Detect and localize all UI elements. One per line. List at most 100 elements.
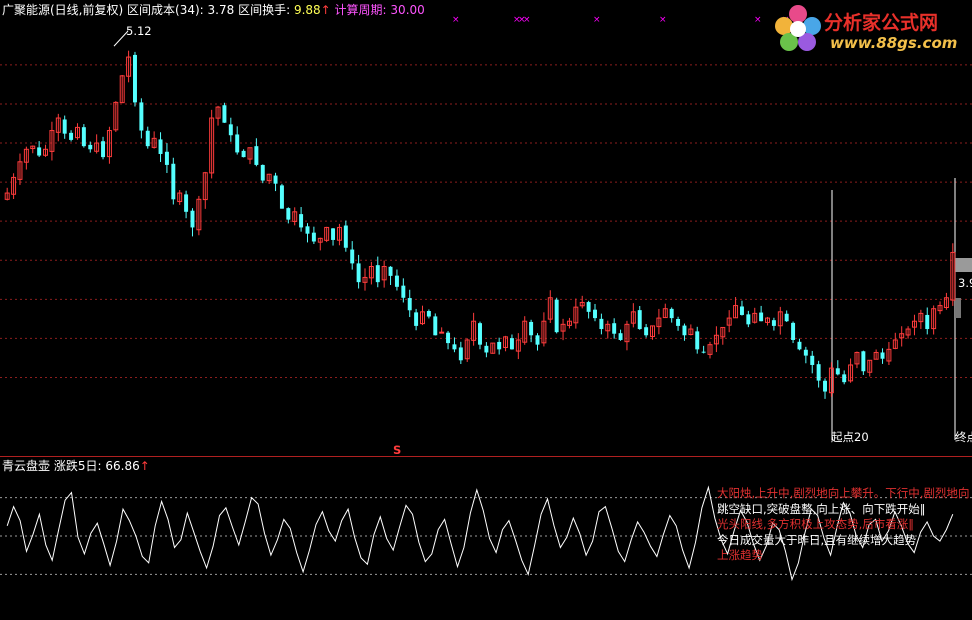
candle-body-down (554, 299, 559, 333)
candle-body-down (816, 364, 821, 381)
interval-turnover-value: 9.88 (293, 3, 321, 17)
candle-body-down (426, 311, 431, 317)
scroll-handle (955, 298, 961, 318)
candle-body-down (350, 249, 355, 264)
up-arrow-icon: ↑ (139, 459, 150, 473)
change-5d-label: 涨跌5日: (53, 459, 102, 473)
candle-body-down (618, 333, 623, 340)
candle-body-down (388, 266, 393, 276)
right-price-label: 3.9 (958, 276, 972, 290)
watermark-url: www.88gs.com (830, 34, 958, 52)
candle-body-down (676, 318, 681, 326)
calc-period-label: 计算周期: (334, 3, 387, 17)
candle-body-down (62, 119, 67, 134)
candle-body-down (171, 163, 176, 200)
candle-body-down (746, 314, 751, 325)
candle-body-down (88, 144, 93, 150)
candle-body-down (305, 226, 310, 234)
candle-body-down (343, 225, 348, 248)
main-panel-grid (0, 64, 972, 457)
candle-body-down (407, 298, 412, 311)
candle-body-down (509, 338, 514, 350)
candle-body-down (682, 325, 687, 336)
signal-marker: × (452, 15, 460, 25)
candle-body-down (139, 102, 144, 131)
candle-body-down (254, 146, 259, 165)
candle-body-down (241, 150, 246, 158)
pattern-note: 大阳烛,上升中,剧烈地向上攀升。下行中,剧烈地向 (717, 486, 970, 500)
candle-body-down (401, 285, 406, 298)
candle-body-down (803, 349, 808, 356)
signal-marker: × (523, 15, 531, 25)
watermark-logo: 分析家公式网 www.88gs.com (770, 4, 966, 54)
candle-body-down (414, 312, 419, 326)
end-point-label: 终点 (955, 430, 972, 444)
candle-body-down (228, 124, 233, 136)
interval-turnover-label: 区间换手: (238, 3, 291, 17)
candle-body-down (880, 352, 885, 359)
candle-body-down (452, 344, 457, 350)
candle-body-down (771, 320, 776, 326)
candle-body-down (861, 351, 866, 372)
candle-body-down (586, 302, 591, 312)
candle-body-down (637, 310, 642, 330)
watermark-title: 分析家公式网 (824, 12, 939, 34)
candle-body-down (599, 318, 604, 330)
candle-body-down (69, 132, 74, 140)
candle-body-down (356, 263, 361, 283)
price-tag (955, 258, 972, 272)
candle-body-down (835, 368, 840, 375)
candle-body-down (810, 355, 815, 365)
candle-body-down (331, 228, 336, 240)
candle-body-down (644, 327, 649, 336)
candle-body-down (286, 208, 291, 220)
candle-body-down (260, 164, 265, 181)
candle-body-down (446, 332, 451, 344)
sell-signal-marker: S (393, 443, 402, 457)
pattern-note: 上涨趋势 (717, 548, 763, 562)
start-point-label: 起点20 (831, 430, 869, 444)
pattern-note: 跳空缺口,突破盘整,向上涨、向下跌开始‖ (717, 501, 926, 516)
candle-body-down (433, 316, 438, 336)
candle-body-down (375, 265, 380, 283)
candle-body-down (535, 335, 540, 345)
candle-body-down (235, 134, 240, 153)
candle-body-down (593, 309, 597, 319)
candle-body-down (784, 313, 789, 322)
indicator-name: 青云盘壶 (2, 459, 51, 473)
candle-body-down (823, 380, 828, 392)
candlestick-series (4, 50, 956, 399)
candle-body-down (158, 139, 163, 154)
change-5d-value: 66.86 (105, 459, 140, 473)
stock-chart-canvas[interactable]: ×××××××× 广聚能源(日线,前复权) 区间成本(34): 3.78 区间换… (0, 0, 972, 616)
candle-body-down (273, 175, 278, 184)
candle-body-down (279, 185, 284, 209)
high-price-annotation: 5.12 (126, 24, 152, 38)
candle-body-down (222, 105, 227, 123)
candle-body-down (529, 321, 534, 336)
candle-body-down (190, 210, 195, 228)
candle-body-down (925, 314, 930, 330)
candle-body-down (394, 275, 399, 287)
pattern-notes: 大阳烛,上升中,剧烈地向上攀升。下行中,剧烈地向 跳空缺口,突破盘整,向上涨、向下… (717, 486, 972, 564)
candle-body-down (132, 54, 137, 103)
candle-body-down (164, 151, 169, 165)
candle-body-down (759, 312, 764, 322)
candle-body-down (695, 331, 700, 350)
pattern-note: 光头阳线,多方积极上攻态势,后市看涨‖ (717, 517, 915, 531)
interval-cost-value: 3.78 (207, 3, 235, 17)
signal-marker: × (593, 15, 601, 25)
candle-body-up (439, 331, 445, 334)
pattern-note: 今日成交量大于昨日,且有继续增大趋势 (717, 532, 917, 547)
stock-name: 广聚能源(日线,前复权) (2, 3, 124, 17)
sub-panel-header: 青云盘壶 涨跌5日: 66.86↑ (2, 459, 150, 473)
candle-body-down (478, 323, 482, 345)
candle-body-down (842, 374, 847, 383)
candle-body-down (101, 141, 106, 158)
candle-body-down (612, 323, 617, 334)
candle-body-down (797, 341, 802, 350)
candle-body-down (458, 347, 463, 361)
candle-body-down (701, 351, 706, 353)
candle-body-down (299, 214, 304, 228)
candle-body-down (145, 130, 150, 147)
